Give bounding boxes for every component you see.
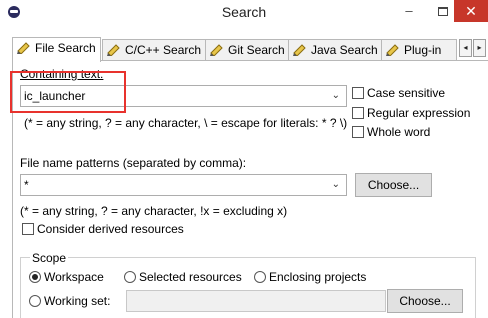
tab-scroll-right-button[interactable]: ▸ bbox=[473, 39, 486, 57]
file-patterns-value: * bbox=[24, 178, 29, 192]
file-patterns-hint: (* = any string, ? = any character, !x =… bbox=[20, 204, 288, 218]
selected-resources-label: Selected resources bbox=[139, 270, 242, 284]
git-search-icon bbox=[210, 44, 223, 56]
file-patterns-label: File name patterns (separated by comma): bbox=[20, 156, 247, 170]
tab-label: Plug-in bbox=[404, 43, 442, 57]
whole-word-checkbox[interactable] bbox=[352, 126, 364, 138]
file-patterns-input[interactable]: * ⌄ bbox=[20, 174, 347, 196]
regular-expression-label: Regular expression bbox=[367, 106, 471, 120]
java-search-icon bbox=[293, 44, 306, 56]
tab-label: Java Search bbox=[311, 43, 378, 57]
tab-git-search[interactable]: Git Search bbox=[205, 39, 290, 61]
highlight-annotation bbox=[10, 71, 126, 113]
selected-resources-radio[interactable] bbox=[124, 271, 136, 283]
tab-label: Git Search bbox=[228, 43, 285, 57]
tab-scroll-left-button[interactable]: ◂ bbox=[459, 39, 472, 57]
enclosing-projects-label: Enclosing projects bbox=[269, 270, 367, 284]
chevron-down-icon[interactable]: ⌄ bbox=[332, 179, 340, 190]
enclosing-projects-radio[interactable] bbox=[254, 271, 266, 283]
title-bar: Search – ✕ bbox=[0, 0, 488, 24]
whole-word-label: Whole word bbox=[367, 125, 431, 139]
plugin-search-icon bbox=[386, 44, 399, 56]
tab-label: C/C++ Search bbox=[125, 43, 202, 57]
tab-file-search[interactable]: File Search bbox=[12, 37, 101, 62]
derived-resources-label: Consider derived resources bbox=[37, 222, 184, 236]
file-patterns-choose-button[interactable]: Choose... bbox=[355, 173, 432, 197]
tab-cpp-search[interactable]: C/C++ Search bbox=[102, 39, 207, 61]
working-set-label: Working set: bbox=[44, 294, 111, 308]
working-set-field[interactable] bbox=[126, 290, 386, 312]
working-set-radio[interactable] bbox=[29, 295, 41, 307]
search-tabs: File Search C/C++ Search Git Search Java… bbox=[12, 37, 488, 62]
workspace-label: Workspace bbox=[44, 270, 104, 284]
close-button[interactable]: ✕ bbox=[454, 0, 488, 22]
derived-resources-checkbox[interactable] bbox=[22, 223, 34, 235]
scope-title: Scope bbox=[30, 251, 69, 265]
containing-text-hint: (* = any string, ? = any character, \ = … bbox=[24, 116, 348, 130]
cpp-search-icon bbox=[107, 44, 120, 56]
tab-label: File Search bbox=[35, 41, 96, 55]
case-sensitive-label: Case sensitive bbox=[367, 86, 446, 100]
working-set-choose-button[interactable]: Choose... bbox=[387, 289, 463, 313]
maximize-icon bbox=[438, 7, 448, 17]
regular-expression-checkbox[interactable] bbox=[352, 107, 364, 119]
workspace-radio[interactable] bbox=[29, 271, 41, 283]
tab-java-search[interactable]: Java Search bbox=[288, 39, 383, 61]
tab-plugin-search[interactable]: Plug-in bbox=[381, 39, 457, 61]
minimize-button[interactable]: – bbox=[392, 0, 426, 22]
case-sensitive-checkbox[interactable] bbox=[352, 87, 364, 99]
file-search-icon bbox=[17, 42, 30, 54]
chevron-down-icon[interactable]: ⌄ bbox=[332, 90, 340, 101]
